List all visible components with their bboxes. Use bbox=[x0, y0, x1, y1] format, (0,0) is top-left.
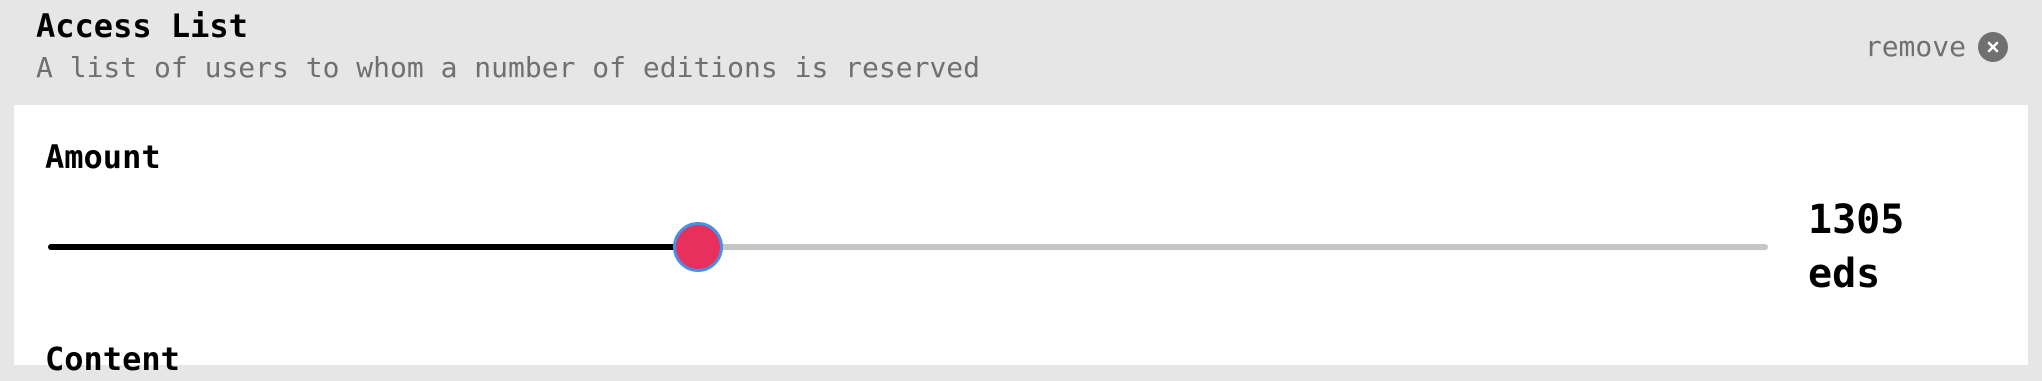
amount-value-display: 1305 eds bbox=[1808, 193, 1948, 301]
amount-slider-thumb[interactable] bbox=[673, 222, 724, 272]
amount-unit: eds bbox=[1808, 251, 1881, 297]
amount-slider-track[interactable] bbox=[48, 244, 1768, 250]
content-label: Content bbox=[45, 340, 180, 378]
access-list-header: Access List A list of users to whom a nu… bbox=[0, 0, 2042, 105]
access-list-panel: Amount 1305 eds Content bbox=[14, 105, 2028, 378]
remove-button[interactable]: remove bbox=[1865, 28, 2008, 66]
access-list-title: Access List bbox=[36, 7, 248, 45]
amount-label: Amount bbox=[45, 138, 161, 176]
amount-slider-fill bbox=[48, 244, 699, 250]
remove-label: remove bbox=[1864, 30, 1966, 63]
access-list-description: A list of users to whom a number of edit… bbox=[36, 51, 981, 84]
close-icon[interactable] bbox=[1978, 32, 2008, 62]
amount-value: 1305 bbox=[1808, 197, 1905, 243]
